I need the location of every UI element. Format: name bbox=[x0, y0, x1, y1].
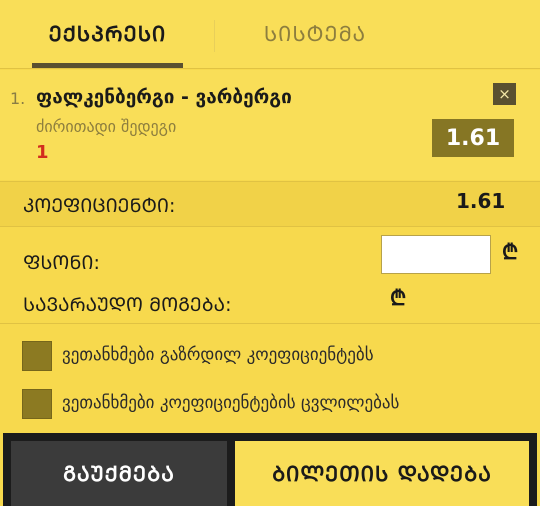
accept-odds-change-label: ვეთანხმები კოეფიციენტების ცვლილებას bbox=[62, 393, 400, 413]
cancel-button[interactable]: ᲒᲐᲣᲥᲛᲔᲑᲐ bbox=[11, 441, 227, 506]
remove-bet-button[interactable]: × bbox=[493, 83, 516, 105]
match-title: ფალკენბერგი - ვარბერგი bbox=[36, 86, 292, 108]
bet-slip-item: 1. ფალკენბერგი - ვარბერგი ძირითადი შედეგ… bbox=[0, 70, 540, 180]
accept-increased-odds-label: ვეთანხმები გაზრდილ კოეფიციენტებს bbox=[62, 345, 374, 365]
coefficient-value: 1.61 bbox=[456, 189, 506, 213]
currency-icon: ₾ bbox=[390, 286, 407, 310]
bet-odds: 1.61 bbox=[432, 119, 514, 157]
accept-odds-change-checkbox[interactable] bbox=[22, 389, 52, 419]
close-icon: × bbox=[498, 85, 511, 103]
tab-system[interactable]: ᲡᲘᲡᲢᲔᲛᲐ bbox=[230, 0, 400, 68]
accept-increased-odds-option[interactable]: ვეთანხმები გაზრდილ კოეფიციენტებს bbox=[22, 341, 522, 371]
possible-win-label: ᲡᲐᲕᲐᲠᲐᲣᲓᲝ ᲛᲝᲒᲔᲑᲐ: bbox=[23, 294, 232, 316]
tab-express[interactable]: ᲔᲥᲡᲞᲠᲔᲡᲘ bbox=[32, 0, 183, 68]
selected-outcome: 1 bbox=[36, 142, 49, 163]
accept-odds-change-option[interactable]: ვეთანხმები კოეფიციენტების ცვლილებას bbox=[22, 389, 522, 419]
coefficient-label: ᲙᲝᲔᲤᲘᲪᲘᲔᲜᲢᲘ: bbox=[23, 195, 176, 217]
accept-increased-odds-checkbox[interactable] bbox=[22, 341, 52, 371]
bet-index: 1. bbox=[10, 89, 26, 108]
stake-label: ᲤᲡᲝᲜᲘ: bbox=[23, 252, 100, 274]
currency-icon: ₾ bbox=[502, 240, 519, 264]
bet-type-tabs: ᲔᲥᲡᲞᲠᲔᲡᲘ ᲡᲘᲡᲢᲔᲛᲐ bbox=[0, 0, 540, 69]
action-bar: ᲒᲐᲣᲥᲛᲔᲑᲐ ᲑᲘᲚᲔᲗᲘᲡ ᲓᲐᲓᲔᲑᲐ bbox=[3, 433, 537, 506]
divider bbox=[0, 323, 540, 324]
place-bet-button[interactable]: ᲑᲘᲚᲔᲗᲘᲡ ᲓᲐᲓᲔᲑᲐ bbox=[235, 441, 529, 506]
market-name: ძირითადი შედეგი bbox=[36, 117, 177, 136]
tab-divider bbox=[214, 20, 215, 52]
coefficient-row: ᲙᲝᲔᲤᲘᲪᲘᲔᲜᲢᲘ: 1.61 bbox=[0, 181, 540, 227]
stake-input[interactable] bbox=[381, 235, 491, 274]
